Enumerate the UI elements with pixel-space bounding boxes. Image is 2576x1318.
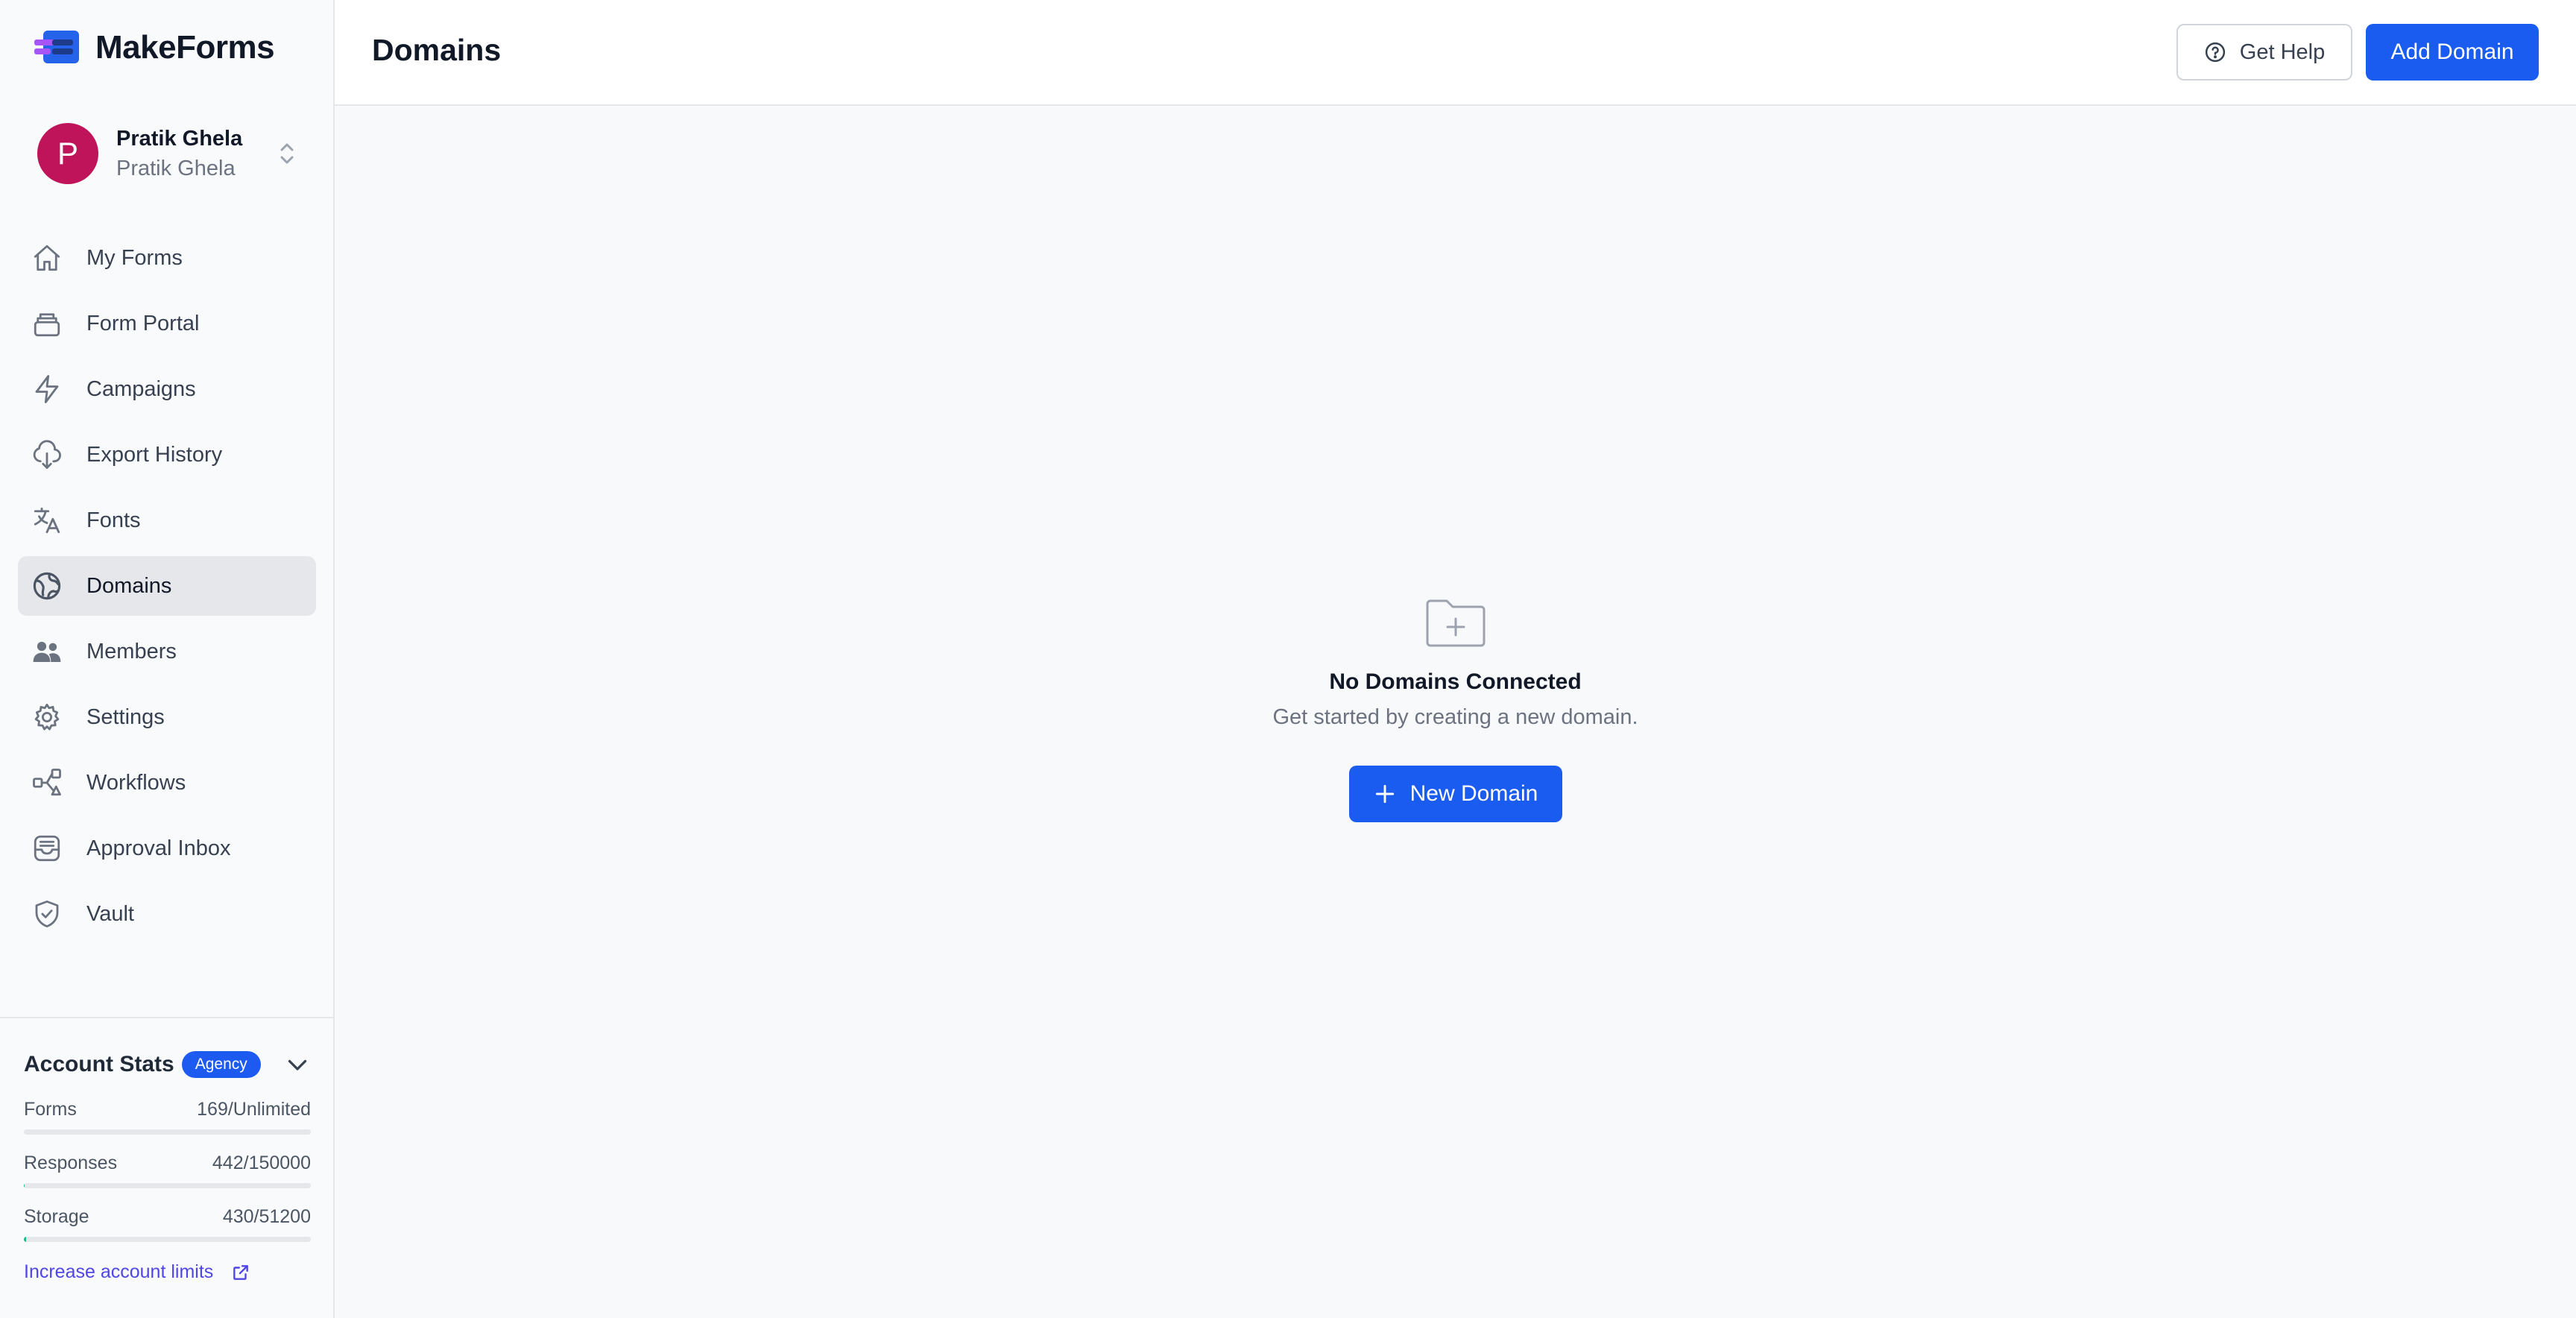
sidebar-item-vault[interactable]: Vault — [18, 884, 316, 944]
globe-icon — [30, 569, 64, 603]
sidebar-item-export-history[interactable]: Export History — [18, 425, 316, 485]
stat-forms: Forms 169/Unlimited — [24, 1099, 311, 1135]
layers-icon — [30, 306, 64, 341]
sidebar-nav: My Forms Form Portal Campaigns Export Hi… — [18, 228, 316, 950]
gear-icon — [30, 700, 64, 734]
empty-state: No Domains Connected Get started by crea… — [335, 596, 2576, 822]
progress-bar — [24, 1183, 311, 1188]
stats-title: Account Stats — [24, 1052, 174, 1076]
get-help-button[interactable]: Get Help — [2176, 24, 2352, 81]
chevron-up-down-icon — [280, 143, 294, 164]
stat-storage: Storage 430/51200 — [24, 1206, 311, 1242]
sidebar-item-settings[interactable]: Settings — [18, 687, 316, 747]
workflow-icon — [30, 766, 64, 800]
help-circle-icon — [2205, 42, 2225, 63]
sidebar-item-members[interactable]: Members — [18, 622, 316, 681]
progress-bar — [24, 1129, 311, 1135]
plan-badge: Agency — [181, 1051, 261, 1078]
lightning-icon — [30, 372, 64, 406]
workspace-name: Pratik Ghela — [116, 157, 236, 180]
increase-limits-link[interactable]: Increase account limits — [24, 1261, 311, 1283]
shield-icon — [30, 897, 64, 931]
brand-name: MakeForms — [95, 29, 275, 66]
users-icon — [30, 634, 64, 669]
sidebar-item-domains[interactable]: Domains — [18, 556, 316, 616]
folder-plus-icon — [1426, 599, 1485, 647]
new-domain-button[interactable]: New Domain — [1348, 766, 1562, 822]
brand-logo[interactable]: MakeForms — [34, 27, 275, 69]
progress-bar — [24, 1237, 311, 1242]
stack-icon — [34, 31, 79, 63]
avatar: P — [37, 123, 98, 184]
empty-title: No Domains Connected — [1329, 669, 1582, 694]
sidebar-item-approval-inbox[interactable]: Approval Inbox — [18, 819, 316, 878]
cloud-download-icon — [30, 438, 64, 472]
sidebar: MakeForms P Pratik Ghela Pratik Ghela My… — [0, 0, 335, 1318]
home-icon — [30, 241, 64, 275]
page-header: Domains Get Help Add Domain — [335, 0, 2576, 106]
add-domain-button[interactable]: Add Domain — [2366, 24, 2539, 81]
translate-icon — [30, 503, 64, 537]
user-name: Pratik Ghela — [116, 127, 243, 151]
chevron-down-icon[interactable] — [284, 1051, 311, 1078]
plus-icon — [1375, 784, 1394, 804]
empty-subtitle: Get started by creating a new domain. — [1272, 705, 1638, 729]
inbox-icon — [30, 831, 64, 865]
sidebar-item-campaigns[interactable]: Campaigns — [18, 359, 316, 419]
workspace-switcher[interactable]: P Pratik Ghela Pratik Ghela — [37, 122, 298, 185]
account-stats: Account Stats Agency Forms 169/Unlimited… — [0, 1017, 335, 1318]
page-title: Domains — [372, 33, 502, 67]
stat-responses: Responses 442/150000 — [24, 1153, 311, 1188]
external-link-icon — [233, 1264, 249, 1280]
sidebar-item-my-forms[interactable]: My Forms — [18, 228, 316, 288]
sidebar-item-workflows[interactable]: Workflows — [18, 753, 316, 813]
sidebar-item-form-portal[interactable]: Form Portal — [18, 294, 316, 353]
sidebar-item-fonts[interactable]: Fonts — [18, 491, 316, 550]
